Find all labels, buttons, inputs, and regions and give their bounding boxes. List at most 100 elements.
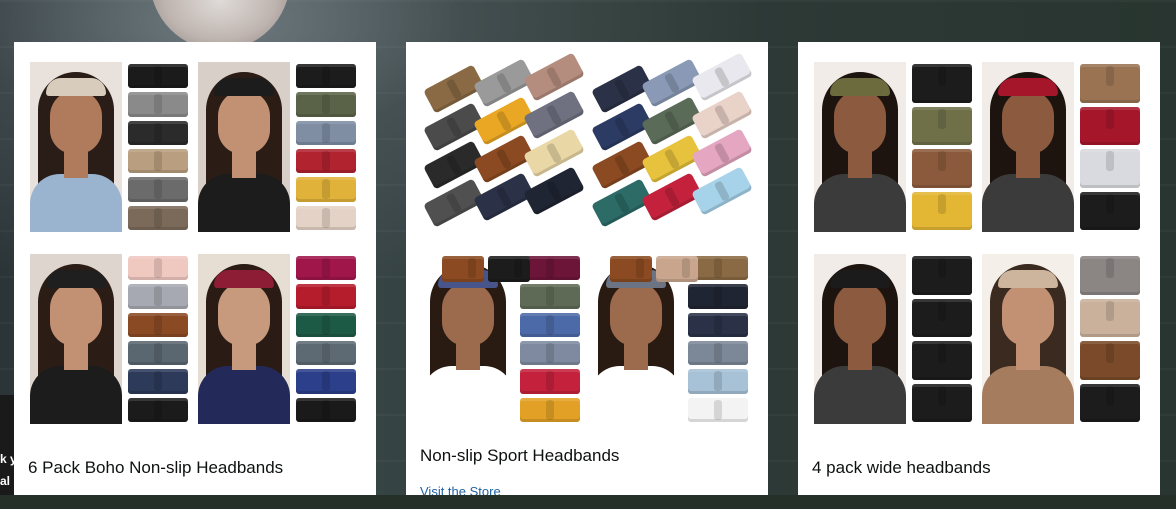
model-face [1002,90,1054,154]
headband-swatch [128,92,188,117]
headband-swatch [296,369,356,394]
headband-swatch [296,92,356,117]
product-card-boho-headbands[interactable]: 6 Pack Boho Non-slip Headbands [14,42,376,495]
model-photo [814,62,906,232]
model-face [218,282,270,346]
model-shirt [422,366,514,424]
headband-flatlay [422,52,585,232]
model-photo [982,254,1074,424]
headband-swatch-stack [912,254,974,424]
product-card-sport-headbands[interactable]: Non-slip Sport Headbands Visit the Store [406,42,768,495]
headband-swatch-stack [296,62,358,232]
headband-swatch [296,205,356,230]
product-thumbnail [814,62,974,232]
headband-swatch [442,256,484,282]
model-shirt [814,366,906,424]
model-shirt [198,174,290,232]
hero-caption-line: al [0,474,11,488]
product-thumbnail [590,254,750,424]
headband-swatch [688,341,748,366]
headband-swatch [523,52,585,102]
headband-swatch [1080,64,1140,103]
headband-swatch [128,256,188,281]
model-shirt [982,366,1074,424]
product-thumbnail [30,254,190,424]
headband-on-model [830,78,890,96]
headband-swatch [296,256,356,281]
headband-swatch [128,341,188,366]
headband-swatch [296,341,356,366]
headband-on-model [998,270,1058,288]
headband-swatch [1080,341,1140,380]
headband-swatch [128,284,188,309]
headband-swatch [1080,191,1140,230]
model-photo [198,254,290,424]
headband-swatch [912,341,972,380]
model-face [834,90,886,154]
headband-swatch [520,341,580,366]
headband-swatch [296,397,356,422]
model-shirt [814,174,906,232]
headband-on-model [46,270,106,288]
headband-swatch-stack [128,254,190,424]
headband-swatch [296,177,356,202]
headband-swatch-stack [1080,254,1142,424]
headband-swatch-stack [296,254,358,424]
model-face [1002,282,1054,346]
product-image-grid[interactable] [422,52,753,424]
product-image-grid[interactable] [814,62,1144,424]
headband-swatch [520,312,580,337]
headband-swatch [296,120,356,145]
product-thumbnail [814,254,974,424]
model-shirt [30,174,122,232]
visit-store-link[interactable]: Visit the Store [420,484,501,495]
model-photo [198,62,290,232]
product-image-grid[interactable] [30,62,360,424]
product-card-title[interactable]: 6 Pack Boho Non-slip Headbands [28,458,283,478]
headband-swatch-stack [1080,62,1142,232]
headband-swatch [488,256,530,282]
model-photo [982,62,1074,232]
headband-on-model [214,270,274,288]
model-face [610,282,662,346]
headband-swatch [128,369,188,394]
headband-swatch-stack [128,62,190,232]
headband-swatch [520,397,580,422]
model-photo [30,254,122,424]
headband-swatch [610,256,652,282]
model-face [50,90,102,154]
model-face [218,90,270,154]
headband-swatch [912,149,972,188]
headband-swatch [1080,149,1140,188]
headband-on-model [998,78,1058,96]
model-face [50,282,102,346]
product-card-wide-headbands[interactable]: 4 pack wide headbands [798,42,1160,495]
product-card-title[interactable]: 4 pack wide headbands [812,458,991,478]
headband-swatch [296,284,356,309]
headband-swatch [656,256,698,282]
headband-swatch [1080,106,1140,145]
headband-swatch [520,369,580,394]
headband-swatch [296,149,356,174]
product-thumbnail [198,62,358,232]
bottom-bar [0,495,1176,509]
model-shirt [982,174,1074,232]
headband-swatch [691,52,753,102]
product-card-title[interactable]: Non-slip Sport Headbands [420,446,619,466]
model-photo [30,62,122,232]
hero-caption-line: k y [0,452,14,466]
headband-swatch [912,64,972,103]
headband-on-model [46,78,106,96]
headband-swatch [1080,383,1140,422]
hero-caption: k y al [0,448,14,492]
product-thumbnail [30,62,190,232]
headband-swatch [128,205,188,230]
headband-flatlay [590,52,753,232]
headband-swatch [128,149,188,174]
model-face [834,282,886,346]
headband-swatch [912,191,972,230]
headband-swatch [1080,256,1140,295]
headband-swatch [128,120,188,145]
headband-swatch [912,298,972,337]
headband-swatch [912,383,972,422]
